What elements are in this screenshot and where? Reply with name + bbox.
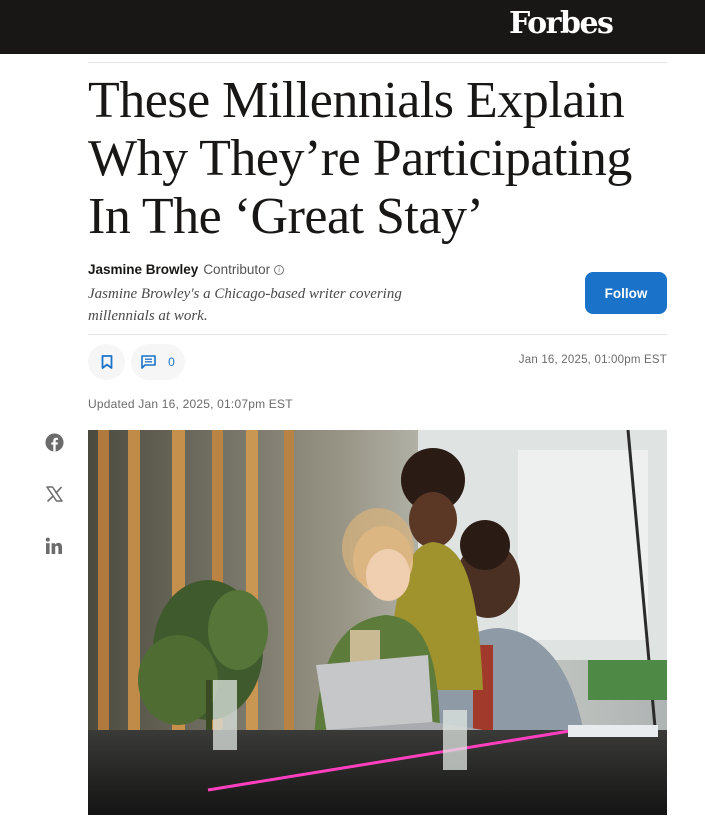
comment-icon [141,355,156,369]
author-role: Contributor [203,262,271,277]
article-headline: These Millennials Explain Why They’re Pa… [88,72,632,245]
share-linkedin-button[interactable] [44,536,64,556]
header-divider [88,62,667,63]
author-bio: Jasmine Browley's a Chicago-based writer… [88,286,402,324]
share-x-button[interactable] [44,484,64,504]
hero-image [88,430,667,815]
top-nav-bar: Forbes [0,0,705,54]
share-facebook-button[interactable] [44,432,64,452]
facebook-icon [44,432,64,452]
x-icon [45,486,63,502]
follow-button[interactable]: Follow [585,272,667,314]
hero-photo-illustration [88,430,667,815]
byline-divider [88,334,667,335]
bookmark-icon [101,355,112,369]
bookmark-button[interactable] [88,344,125,380]
forbes-logo[interactable]: Forbes [509,6,614,41]
comment-count: 0 [168,355,175,369]
comments-button[interactable]: 0 [131,344,185,380]
published-date: Jan 16, 2025, 01:00pm EST [518,354,667,366]
info-icon[interactable]: i [274,264,285,275]
author-byline: Jasmine Browley Contributor i [88,262,285,277]
updated-date: Updated Jan 16, 2025, 01:07pm EST [88,397,293,411]
author-name[interactable]: Jasmine Browley [88,262,198,277]
linkedin-icon [45,537,62,554]
